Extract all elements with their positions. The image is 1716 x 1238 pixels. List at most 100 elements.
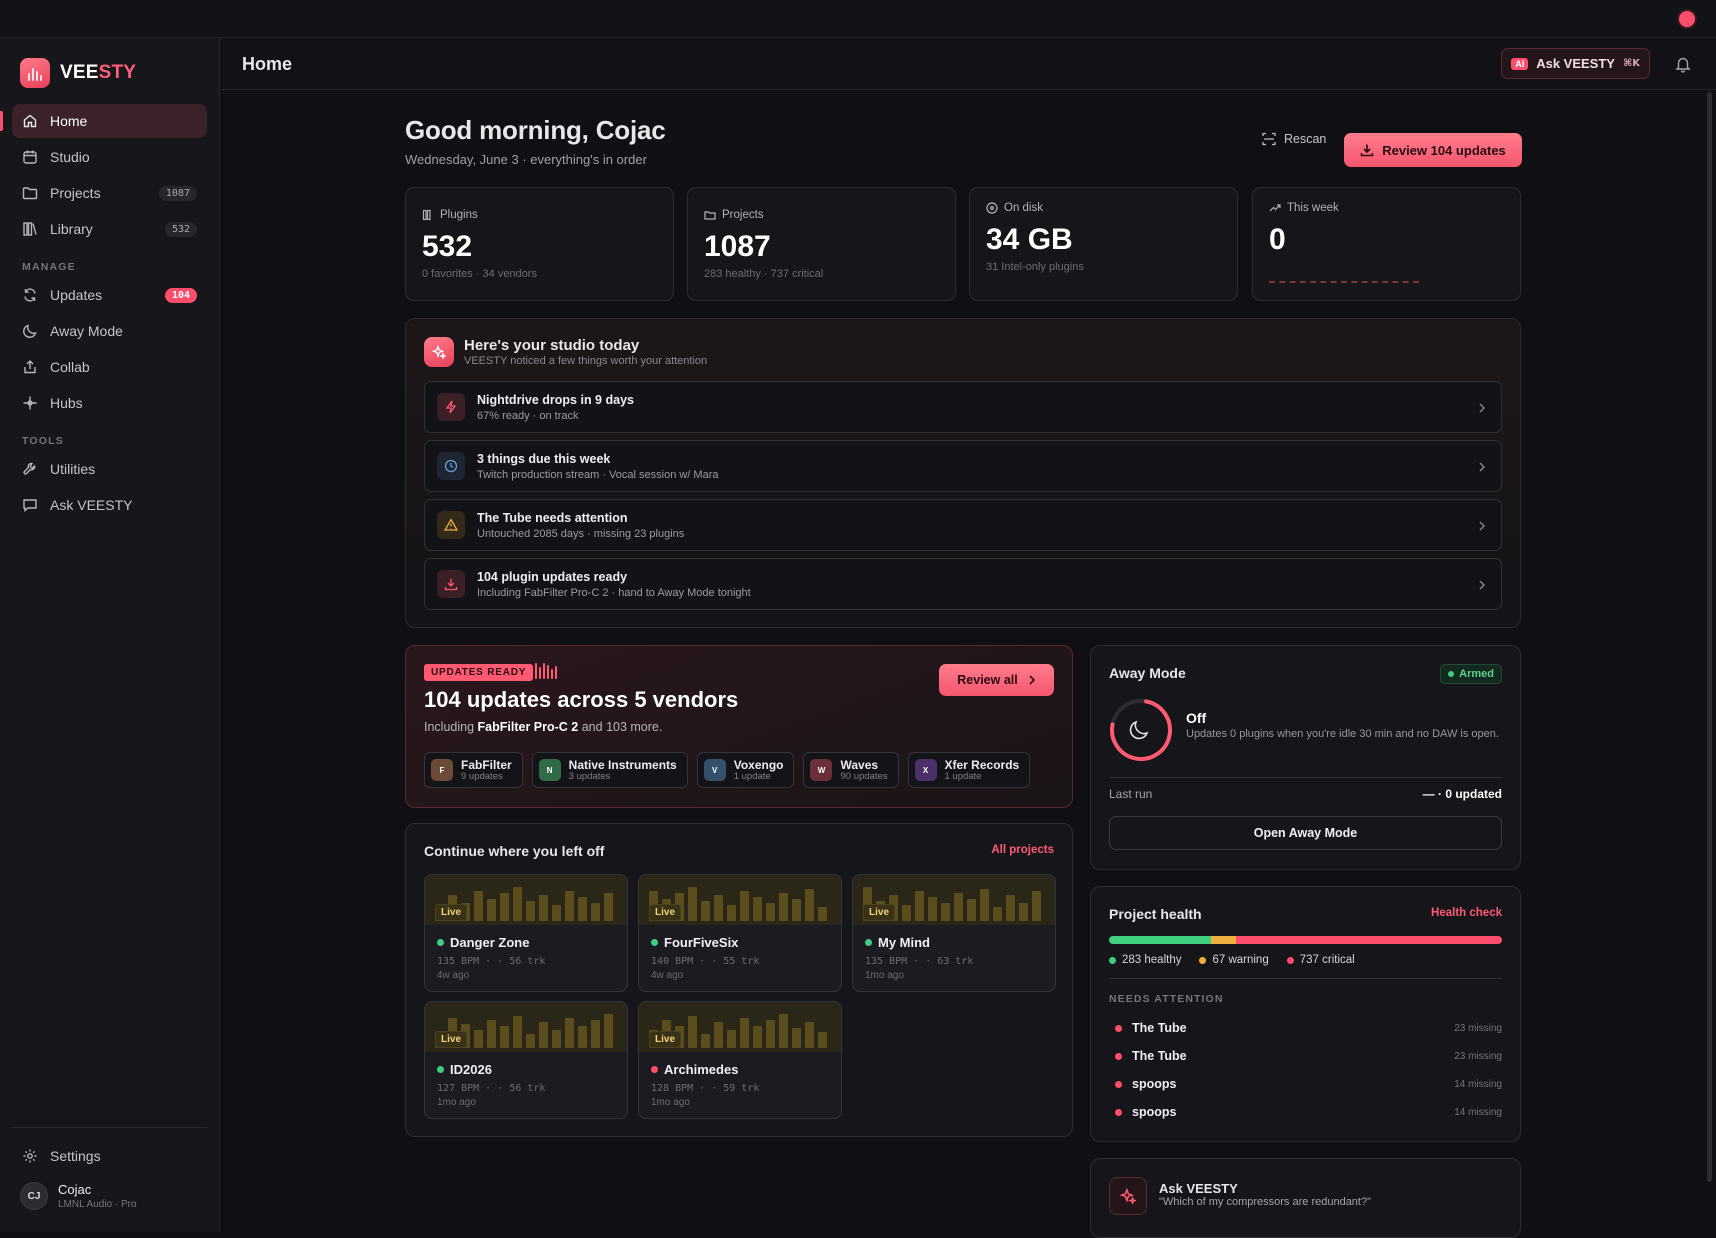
stat-card-projects[interactable]: Projects 1087 283 healthy · 737 critical: [687, 187, 956, 301]
library-icon: [422, 209, 431, 221]
waveform-bar: [727, 1030, 736, 1048]
studio-today-panel: Here's your studio today VEESTY noticed …: [405, 318, 1521, 628]
project-meta: 135 BPM · · 63 trk: [865, 956, 974, 967]
stat-card-disk[interactable]: On disk 34 GB 31 Intel-only plugins: [969, 187, 1238, 301]
bolt-icon: [437, 393, 465, 421]
open-away-mode-button[interactable]: Open Away Mode: [1109, 816, 1502, 850]
live-badge: Live: [649, 1031, 682, 1048]
sidebar-item-utilities[interactable]: Utilities: [12, 452, 207, 486]
needs-attention-label: NEEDS ATTENTION: [1109, 993, 1224, 1005]
sidebar-item-home[interactable]: Home: [0, 104, 207, 138]
sidebar-item-projects[interactable]: Projects 1087: [12, 176, 207, 210]
rescan-button[interactable]: Rescan: [1262, 132, 1326, 146]
sidebar-item-label: Studio: [50, 149, 90, 165]
waveform-bar: [487, 899, 496, 921]
sidebar-item-settings[interactable]: Settings: [12, 1139, 207, 1173]
insight-row-sub: Untouched 2085 days · missing 23 plugins: [477, 528, 685, 540]
stat-card-this-week[interactable]: This week 0: [1252, 187, 1521, 301]
sidebar-item-ask-veesty[interactable]: Ask VEESTY: [12, 488, 207, 522]
review-label: Review 104 updates: [1382, 142, 1506, 158]
insight-row-sub: Including FabFilter Pro-C 2 · hand to Aw…: [477, 587, 751, 599]
count-badge: 104: [164, 287, 197, 303]
all-projects-link[interactable]: All projects: [991, 844, 1054, 856]
sidebar-item-collab[interactable]: Collab: [12, 350, 207, 384]
divider: [1109, 978, 1502, 979]
waveform-bar: [766, 1020, 775, 1048]
waveform-bar: [701, 1034, 710, 1048]
project-card[interactable]: Live FourFiveSix 140 BPM · · 55 trk 4w a…: [638, 874, 842, 992]
user-name: Cojac: [58, 1182, 92, 1197]
stat-label: Plugins: [422, 209, 478, 221]
vendor-chip-voxengo[interactable]: V Voxengo 1 update: [696, 752, 795, 788]
waveform-bar: [954, 893, 963, 921]
attention-row[interactable]: The Tube 23 missing: [1109, 1042, 1502, 1070]
updates-headline: 104 updates across 5 vendors: [424, 687, 739, 712]
brand[interactable]: VEESTY: [20, 58, 136, 88]
attention-row[interactable]: The Tube 23 missing: [1109, 1014, 1502, 1042]
vendor-chip-xfer-records[interactable]: X Xfer Records 1 update: [907, 752, 1031, 788]
project-card[interactable]: Live ID2026 127 BPM · · 56 trk 1mo ago: [424, 1001, 628, 1119]
insight-row-nightdrive[interactable]: Nightdrive drops in 9 days 67% ready · o…: [424, 381, 1502, 433]
waveform-bar: [740, 1018, 749, 1048]
waveform-bar: [792, 899, 801, 921]
attention-row[interactable]: spoops 14 missing: [1109, 1070, 1502, 1098]
project-health-panel: Project health Health check 283 healthy …: [1090, 886, 1521, 1142]
waveform-bar: [714, 895, 723, 921]
waveform-bar: [993, 907, 1002, 921]
stat-card-plugins[interactable]: Plugins 532 0 favorites · 34 vendors: [405, 187, 674, 301]
waveform-bar: [500, 1026, 509, 1048]
vendor-chip-fabfilter[interactable]: F FabFilter 9 updates: [424, 752, 523, 788]
sidebar-item-studio[interactable]: Studio: [12, 140, 207, 174]
waveform-bar: [539, 895, 548, 921]
project-card[interactable]: Live Danger Zone 135 BPM · · 56 trk 4w a…: [424, 874, 628, 992]
insight-row-attention[interactable]: The Tube needs attention Untouched 2085 …: [424, 499, 1502, 551]
waveform-bar: [980, 889, 989, 921]
status-dot: [651, 1066, 658, 1073]
vendor-chip-waves[interactable]: W Waves 90 updates: [803, 752, 899, 788]
greeting-subtitle: Wednesday, June 3 · everything's in orde…: [405, 152, 647, 167]
status-dot: [437, 1066, 444, 1073]
sidebar-item-away-mode[interactable]: Away Mode: [12, 314, 207, 348]
health-check-link[interactable]: Health check: [1431, 907, 1502, 919]
waveform-bar: [915, 891, 924, 921]
user-profile[interactable]: CJ Cojac LMNL Audio · Pro: [20, 1182, 137, 1210]
continue-panel: Continue where you left off All projects…: [405, 823, 1073, 1137]
greeting-heading: Good morning, Cojac: [405, 115, 666, 145]
insight-row-due[interactable]: 3 things due this week Twitch production…: [424, 440, 1502, 492]
vendor-logo-icon: N: [538, 759, 561, 781]
health-legend: 283 healthy 67 warning 737 critical: [1109, 954, 1355, 966]
stat-value: 532: [422, 230, 473, 263]
count-badge: 1087: [158, 185, 197, 201]
sidebar-item-library[interactable]: Library 532: [12, 212, 207, 246]
home-icon: [23, 114, 37, 128]
insight-subtitle: VEESTY noticed a few things worth your a…: [464, 355, 708, 367]
insight-title: Here's your studio today: [464, 337, 640, 354]
waveform-bar: [753, 897, 762, 921]
project-card[interactable]: Live My Mind 135 BPM · · 63 trk 1mo ago: [852, 874, 1056, 992]
insight-row-plugin-updates[interactable]: 104 plugin updates ready Including FabFi…: [424, 558, 1502, 610]
ask-veesty-button[interactable]: AI Ask VEESTY ⌘K: [1501, 48, 1650, 79]
scrollbar[interactable]: [1707, 92, 1712, 1182]
ask-veesty-card[interactable]: Ask VEESTY "Which of my compressors are …: [1090, 1158, 1521, 1238]
project-age: 1mo ago: [651, 1097, 690, 1108]
sidebar: VEESTY Home Studio Projects 1087 Library…: [0, 38, 220, 1232]
project-age: 1mo ago: [437, 1097, 476, 1108]
review-all-button[interactable]: Review all: [939, 664, 1054, 696]
waveform-bar: [578, 1026, 587, 1048]
stat-sub: 283 healthy · 737 critical: [704, 268, 824, 280]
sidebar-item-updates[interactable]: Updates 104: [12, 278, 207, 312]
attention-row[interactable]: spoops 14 missing: [1109, 1098, 1502, 1126]
vendor-count: 1 update: [944, 770, 982, 782]
wrench-icon: [23, 462, 36, 475]
insight-row-title: 3 things due this week: [477, 452, 611, 466]
project-name: Danger Zone: [437, 935, 529, 950]
stat-value: 0: [1269, 223, 1286, 256]
project-card[interactable]: Live Archimedes 128 BPM · · 59 trk 1mo a…: [638, 1001, 842, 1119]
divider: [1109, 777, 1502, 778]
bell-icon[interactable]: [1674, 55, 1692, 73]
download-icon: [437, 570, 465, 598]
sidebar-item-hubs[interactable]: Hubs: [12, 386, 207, 420]
vendor-chip-native-instruments[interactable]: N Native Instruments 3 updates: [531, 752, 688, 788]
review-updates-button[interactable]: Review 104 updates: [1344, 133, 1522, 167]
record-indicator-icon[interactable]: [1679, 11, 1695, 27]
